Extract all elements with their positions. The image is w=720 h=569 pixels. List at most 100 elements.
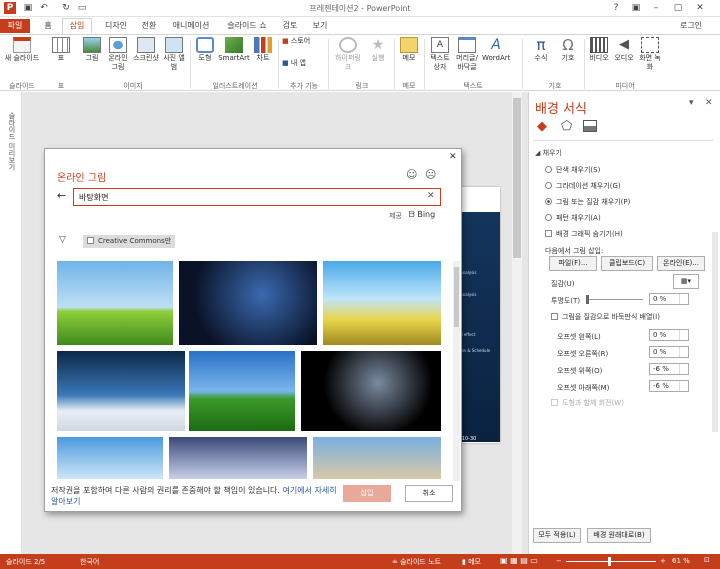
notes-button[interactable]: ≐ 슬라이드 노트: [392, 557, 441, 567]
slide-thumbnail-pane[interactable]: 슬라이드 미리보기: [0, 92, 22, 554]
shapes-button[interactable]: 도형: [194, 37, 216, 63]
offset-right-spinner[interactable]: 0 %: [649, 346, 689, 358]
result-image[interactable]: [57, 437, 163, 479]
results-scrollbar[interactable]: [453, 261, 460, 481]
online-button[interactable]: 온라인(E)...: [657, 256, 705, 271]
clipboard-button[interactable]: 클립보드(C): [601, 256, 653, 271]
smile-icon[interactable]: ☺: [406, 168, 417, 181]
view-buttons[interactable]: ▣ ▦ ▤ ▭: [500, 556, 538, 565]
pane-close-icon[interactable]: ✕: [705, 98, 713, 108]
slide-counter[interactable]: 슬라이드 2/5: [6, 557, 45, 567]
photo-album-button[interactable]: 사진 앨범: [162, 37, 186, 72]
tab-view[interactable]: 보기: [308, 19, 332, 33]
transparency-slider[interactable]: [587, 299, 643, 300]
search-box[interactable]: 바탕화면 ✕: [73, 188, 441, 206]
frown-icon[interactable]: ☹: [425, 168, 436, 181]
video-button[interactable]: 비디오: [588, 37, 610, 63]
help-icon[interactable]: ?: [610, 2, 622, 14]
effects-pentagon-icon[interactable]: ⬠: [561, 120, 575, 134]
result-image[interactable]: [57, 261, 173, 345]
reset-background-button[interactable]: 배경 원래대로(B): [587, 528, 651, 543]
pane-scrollbar[interactable]: [712, 232, 718, 432]
rotate-with-shape-checkbox[interactable]: 도형과 함께 회전(W): [551, 398, 624, 408]
gradient-fill-radio[interactable]: 그라데이션 채우기(G): [545, 181, 621, 191]
result-image[interactable]: [57, 351, 185, 431]
transparency-spinner[interactable]: 0 %: [649, 293, 689, 305]
tab-animations[interactable]: 애니메이션: [166, 19, 216, 33]
language-indicator[interactable]: 한국어: [80, 557, 99, 567]
comment-button[interactable]: 메모: [398, 37, 420, 63]
tile-checkbox[interactable]: 그림을 질감으로 바둑판식 배열(I): [551, 312, 660, 322]
new-slide-button[interactable]: 새 슬라이드: [2, 37, 42, 63]
zoom-out-icon[interactable]: −: [556, 557, 562, 565]
back-arrow-icon[interactable]: ←: [57, 189, 66, 202]
zoom-slider[interactable]: [566, 561, 656, 562]
offset-left-spinner[interactable]: 0 %: [649, 329, 689, 341]
equation-button[interactable]: π 수식: [528, 37, 554, 63]
my-apps-button[interactable]: ■ 내 앱: [282, 59, 324, 68]
transparency-slider-thumb[interactable]: [586, 295, 589, 304]
offset-bottom-spinner[interactable]: -6 %: [649, 380, 689, 392]
screen-recording-button[interactable]: 화면 녹화: [638, 37, 662, 72]
result-image[interactable]: [313, 437, 441, 479]
scroll-thumb[interactable]: [513, 98, 521, 258]
table-button[interactable]: 표: [50, 37, 72, 63]
chart-button[interactable]: 차트: [252, 37, 274, 63]
file-button[interactable]: 파일(F)...: [549, 256, 597, 271]
tab-transitions[interactable]: 전환: [136, 19, 162, 33]
tab-review[interactable]: 검토: [278, 19, 302, 33]
fit-slide-icon[interactable]: ⊡: [704, 556, 710, 564]
creative-commons-filter[interactable]: Creative Commons만: [83, 235, 176, 248]
action-button[interactable]: ★ 실행: [366, 37, 390, 63]
cancel-button[interactable]: 취소: [405, 485, 453, 502]
header-footer-button[interactable]: 머리글/바닥글: [454, 37, 480, 72]
pane-options-icon[interactable]: ▾: [689, 98, 694, 108]
hide-background-checkbox[interactable]: 배경 그래픽 숨기기(H): [545, 229, 623, 239]
minimize-icon[interactable]: –: [650, 2, 662, 14]
filter-icon[interactable]: ▽: [59, 235, 66, 245]
results-scroll-thumb[interactable]: [454, 267, 459, 327]
ribbon-display-icon[interactable]: ▣: [630, 2, 642, 14]
close-icon[interactable]: ✕: [694, 2, 706, 14]
hyperlink-button[interactable]: 하이퍼링크: [332, 37, 364, 72]
symbol-button[interactable]: Ω 기호: [556, 37, 580, 63]
wordart-button[interactable]: A WordArt: [482, 37, 510, 63]
search-input[interactable]: 바탕화면: [79, 192, 108, 203]
fill-bucket-icon[interactable]: ◆: [537, 120, 551, 134]
pattern-fill-radio[interactable]: 패턴 채우기(A): [545, 213, 601, 223]
online-pictures-button[interactable]: 온라인 그림: [106, 37, 130, 72]
insert-button[interactable]: 삽입: [343, 485, 391, 502]
tab-file[interactable]: 파일: [0, 19, 30, 33]
audio-button[interactable]: ◀ 오디오: [612, 37, 636, 63]
offset-top-spinner[interactable]: -6 %: [649, 363, 689, 375]
smartart-button[interactable]: SmartArt: [218, 37, 250, 63]
store-button[interactable]: ■ 스토어: [282, 37, 324, 46]
clear-search-icon[interactable]: ✕: [427, 191, 435, 201]
sign-in-link[interactable]: 로그인: [668, 19, 714, 33]
texture-dropdown[interactable]: ▦▾: [673, 274, 699, 289]
zoom-level[interactable]: 61 %: [672, 557, 690, 565]
tab-slideshow[interactable]: 슬라이드 쇼: [222, 19, 272, 33]
apply-to-all-button[interactable]: 모두 적용(L): [533, 528, 581, 543]
text-box-button[interactable]: A 텍스트 상자: [428, 37, 452, 72]
maximize-icon[interactable]: ▢: [672, 2, 684, 14]
comments-button[interactable]: ▮ 메모: [462, 557, 481, 567]
result-image[interactable]: [301, 351, 441, 431]
screenshot-button[interactable]: 스크린샷: [132, 37, 160, 63]
result-image[interactable]: [179, 261, 317, 345]
solid-fill-radio[interactable]: 단색 채우기(S): [545, 165, 600, 175]
tab-home[interactable]: 홈: [38, 19, 58, 33]
picture-icon[interactable]: [583, 120, 597, 132]
dialog-close-icon[interactable]: ✕: [449, 152, 457, 162]
result-image[interactable]: [323, 261, 441, 345]
pictures-button[interactable]: 그림: [80, 37, 104, 63]
result-image[interactable]: [189, 351, 295, 431]
zoom-in-icon[interactable]: +: [660, 557, 666, 565]
zoom-slider-thumb[interactable]: [608, 557, 611, 566]
result-image[interactable]: [169, 437, 307, 479]
tab-design[interactable]: 디자인: [98, 19, 134, 33]
fill-section-header[interactable]: ◢ 채우기: [535, 148, 562, 158]
canvas-scrollbar[interactable]: [512, 92, 522, 554]
tab-insert[interactable]: 삽입: [62, 18, 92, 34]
picture-fill-radio[interactable]: 그림 또는 질감 채우기(P): [545, 197, 630, 207]
